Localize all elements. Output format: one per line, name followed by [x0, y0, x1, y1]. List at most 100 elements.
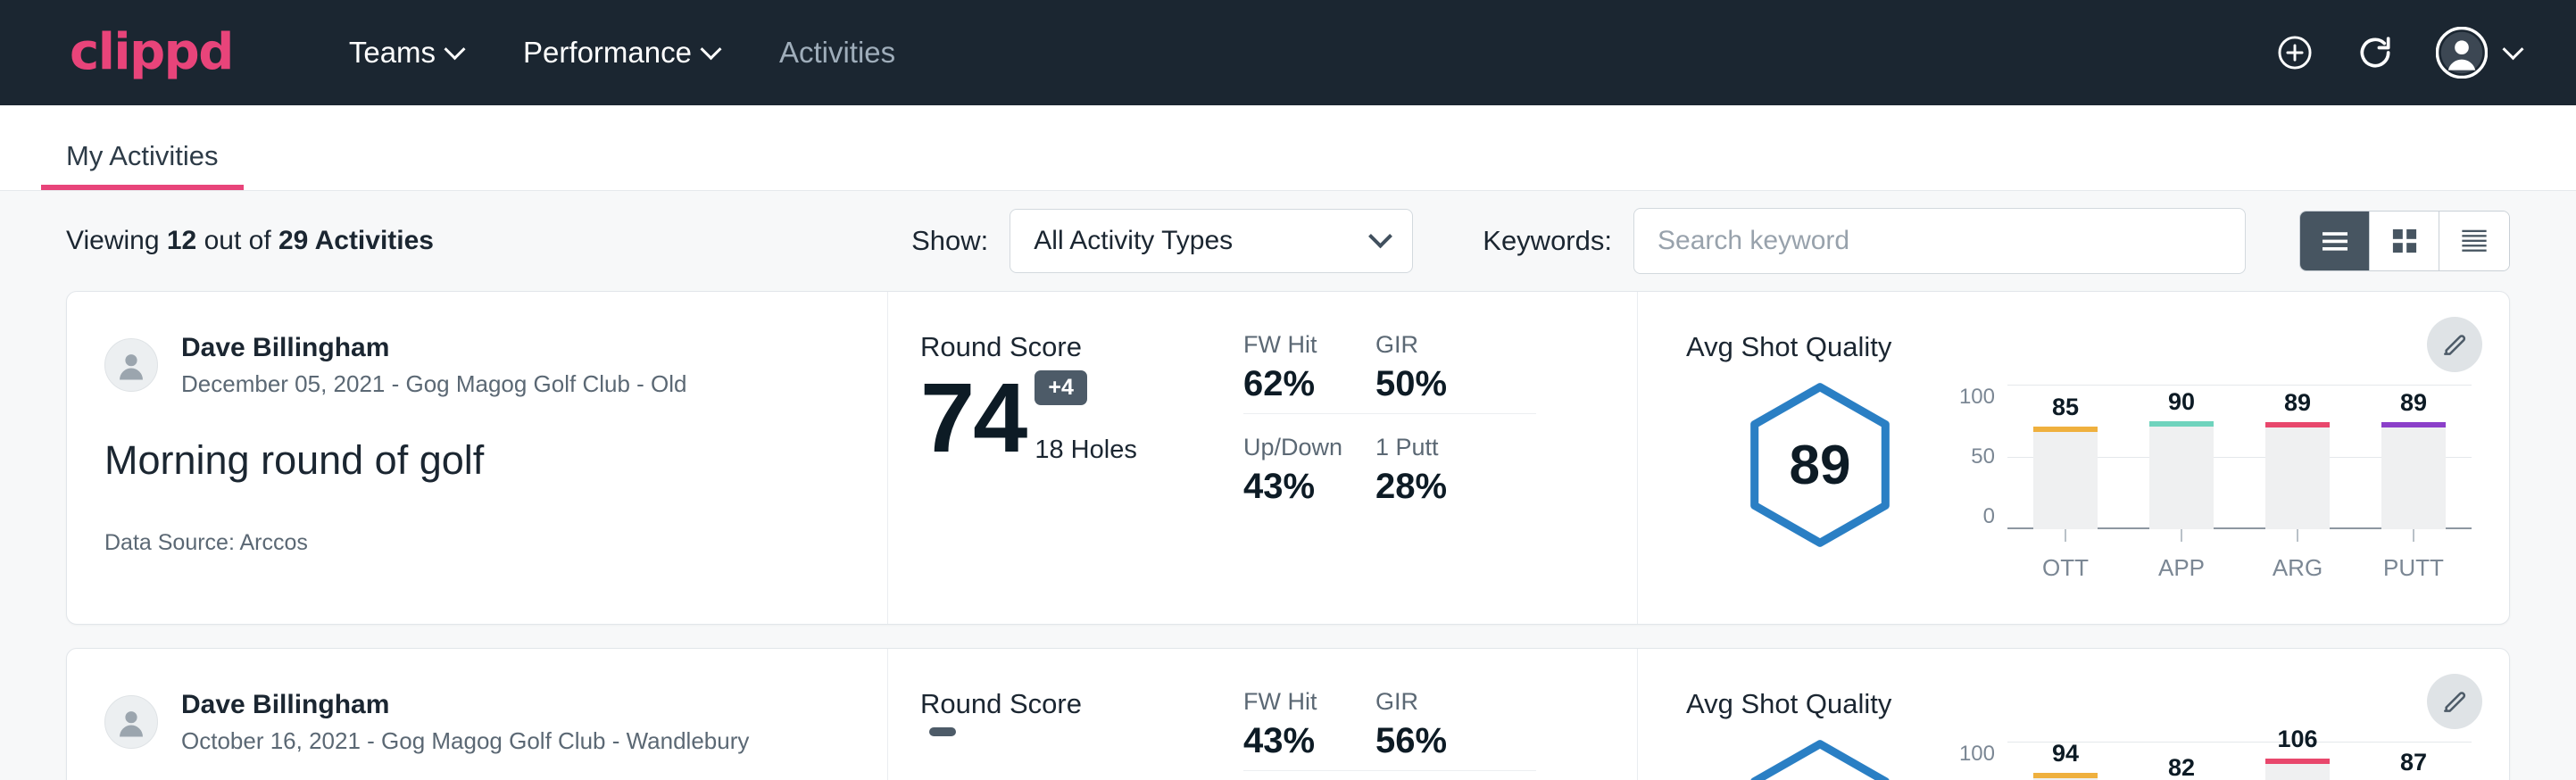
bar-value-label: 94 [2052, 740, 2079, 768]
stat-label: FW Hit [1243, 688, 1340, 716]
bar-value-label: 82 [2168, 754, 2195, 780]
clippd-logo[interactable]: clippd [70, 28, 233, 78]
bar-column: 89 [2356, 385, 2472, 529]
nav-item-performance[interactable]: Performance [493, 36, 749, 70]
chart-bars: 94 82 106 87 [2007, 742, 2472, 780]
chart-ticks [2007, 529, 2472, 542]
stat-value: 56% [1375, 721, 1500, 761]
stat-label: FW Hit [1243, 331, 1340, 359]
activity-type-select-value: All Activity Types [1034, 226, 1233, 256]
score-to-par-badge: +4 [1035, 370, 1087, 405]
tab-bar: My Activities [0, 105, 2576, 191]
round-score-value-row: 74 +4 18 Holes [920, 370, 1218, 465]
viewing-summary: Viewing 12 out of 29 Activities [66, 226, 434, 256]
top-navigation-bar: clippd Teams Performance Activities [0, 0, 2576, 105]
nav-actions [2275, 27, 2521, 79]
x-tick-label: APP [2123, 554, 2239, 582]
search-input[interactable] [1633, 208, 2246, 274]
activity-card[interactable]: Dave Billingham December 05, 2021 - Gog … [66, 291, 2510, 625]
round-score-column: Round Score [888, 649, 1218, 780]
compact-view-button[interactable] [2439, 212, 2509, 270]
y-tick: 100 [1959, 742, 1995, 767]
activity-summary-column: Dave Billingham December 05, 2021 - Gog … [67, 292, 888, 624]
chart-y-axis: 100 50 0 [1954, 385, 2007, 529]
stat-gir: GIR 56% [1375, 688, 1536, 771]
filter-bar: Viewing 12 out of 29 Activities Show: Al… [41, 191, 2535, 291]
nav-item-teams[interactable]: Teams [319, 36, 493, 70]
stat-gir: GIR 50% [1375, 331, 1536, 414]
x-tick-label: ARG [2239, 554, 2356, 582]
stat-up-down: Up/Down 43% [1243, 434, 1375, 516]
keywords-label: Keywords: [1483, 225, 1612, 257]
stats-column: FW Hit 62% GIR 50% Up/Down 43% 1 Putt 28… [1218, 292, 1638, 624]
avatar [104, 695, 158, 749]
player-header: Dave Billingham October 16, 2021 - Gog M… [104, 688, 887, 757]
show-label: Show: [911, 225, 988, 257]
bar-column: 90 [2123, 385, 2239, 529]
chart-bars: 85 90 89 89 [2007, 385, 2472, 529]
account-menu[interactable] [2436, 27, 2521, 79]
bar-column: 87 [2356, 742, 2472, 780]
list-view-icon [2320, 228, 2350, 253]
viewing-total: 29 Activities [278, 226, 434, 255]
player-header: Dave Billingham December 05, 2021 - Gog … [104, 331, 887, 400]
plus-circle-icon[interactable] [2275, 33, 2314, 72]
round-score-label: Round Score [920, 331, 1218, 363]
bar [2033, 773, 2098, 780]
stat-value: 28% [1375, 467, 1536, 507]
main-nav-items: Teams Performance Activities [319, 36, 926, 70]
chevron-down-icon [1368, 224, 1392, 248]
player-name: Dave Billingham [181, 688, 749, 722]
bar-column: 94 [2007, 742, 2123, 780]
nav-item-teams-label: Teams [349, 36, 436, 70]
grid-view-button[interactable] [2370, 212, 2439, 270]
chevron-down-icon [700, 38, 721, 60]
tab-my-activities[interactable]: My Activities [41, 140, 244, 190]
bar [2265, 422, 2330, 529]
stat-value: 62% [1243, 364, 1340, 404]
edit-activity-button[interactable] [2427, 674, 2482, 729]
list-view-button[interactable] [2300, 212, 2370, 270]
player-name: Dave Billingham [181, 331, 687, 365]
avg-shot-quality-label: Avg Shot Quality [1686, 688, 2509, 720]
person-icon [113, 347, 149, 383]
score-to-par-badge [929, 727, 956, 736]
y-tick: 0 [1983, 504, 1995, 529]
shot-quality-column: Avg Shot Quality 100 50 0 [1638, 649, 2509, 780]
viewing-prefix: Viewing [66, 226, 160, 255]
refresh-icon[interactable] [2356, 33, 2395, 72]
edit-activity-button[interactable] [2427, 317, 2482, 372]
hexagon-icon [1741, 736, 1899, 780]
view-toggle-group [2299, 211, 2510, 271]
chart-plot-area: 85 90 89 89 OTT APP ARG PUTT [2007, 385, 2472, 582]
shot-quality-hexagon: 89 [1686, 370, 1954, 551]
stats-column: FW Hit 43% GIR 56% Up/Down 1 Putt [1218, 649, 1638, 780]
chevron-down-icon [2502, 38, 2523, 60]
bar [2149, 421, 2214, 530]
chart-plot-area: 94 82 106 87 OTT APP ARG PUTT [2007, 742, 2472, 780]
bar-column: 106 [2239, 742, 2356, 780]
activity-card[interactable]: Dave Billingham October 16, 2021 - Gog M… [66, 648, 2510, 780]
grid-view-icon [2389, 227, 2420, 255]
bar-column: 85 [2007, 385, 2123, 529]
y-tick: 50 [1971, 444, 1995, 469]
stat-label: Up/Down [1243, 434, 1375, 461]
nav-item-performance-label: Performance [523, 36, 692, 70]
shot-quality-column: Avg Shot Quality 89 100 50 0 [1638, 292, 2509, 624]
stat-label: GIR [1375, 331, 1500, 359]
bar-value-label: 87 [2400, 749, 2427, 776]
shot-quality-chart: 100 50 0 94 82 106 87 [1954, 727, 2509, 780]
stat-fw-hit: FW Hit 43% [1243, 688, 1375, 771]
activity-type-select[interactable]: All Activity Types [1010, 209, 1413, 273]
main-content: Viewing 12 out of 29 Activities Show: Al… [0, 191, 2576, 780]
tab-my-activities-label: My Activities [66, 140, 219, 171]
stat-value: 50% [1375, 364, 1500, 404]
bar [2033, 427, 2098, 529]
holes-played: 18 Holes [1035, 436, 1136, 465]
avg-shot-quality-label: Avg Shot Quality [1686, 331, 2509, 363]
x-tick-label: PUTT [2356, 554, 2472, 582]
nav-item-activities[interactable]: Activities [749, 36, 926, 70]
bar-value-label: 106 [2277, 726, 2317, 753]
data-source-label: Data Source: Arccos [104, 530, 887, 556]
pencil-icon [2440, 330, 2469, 359]
